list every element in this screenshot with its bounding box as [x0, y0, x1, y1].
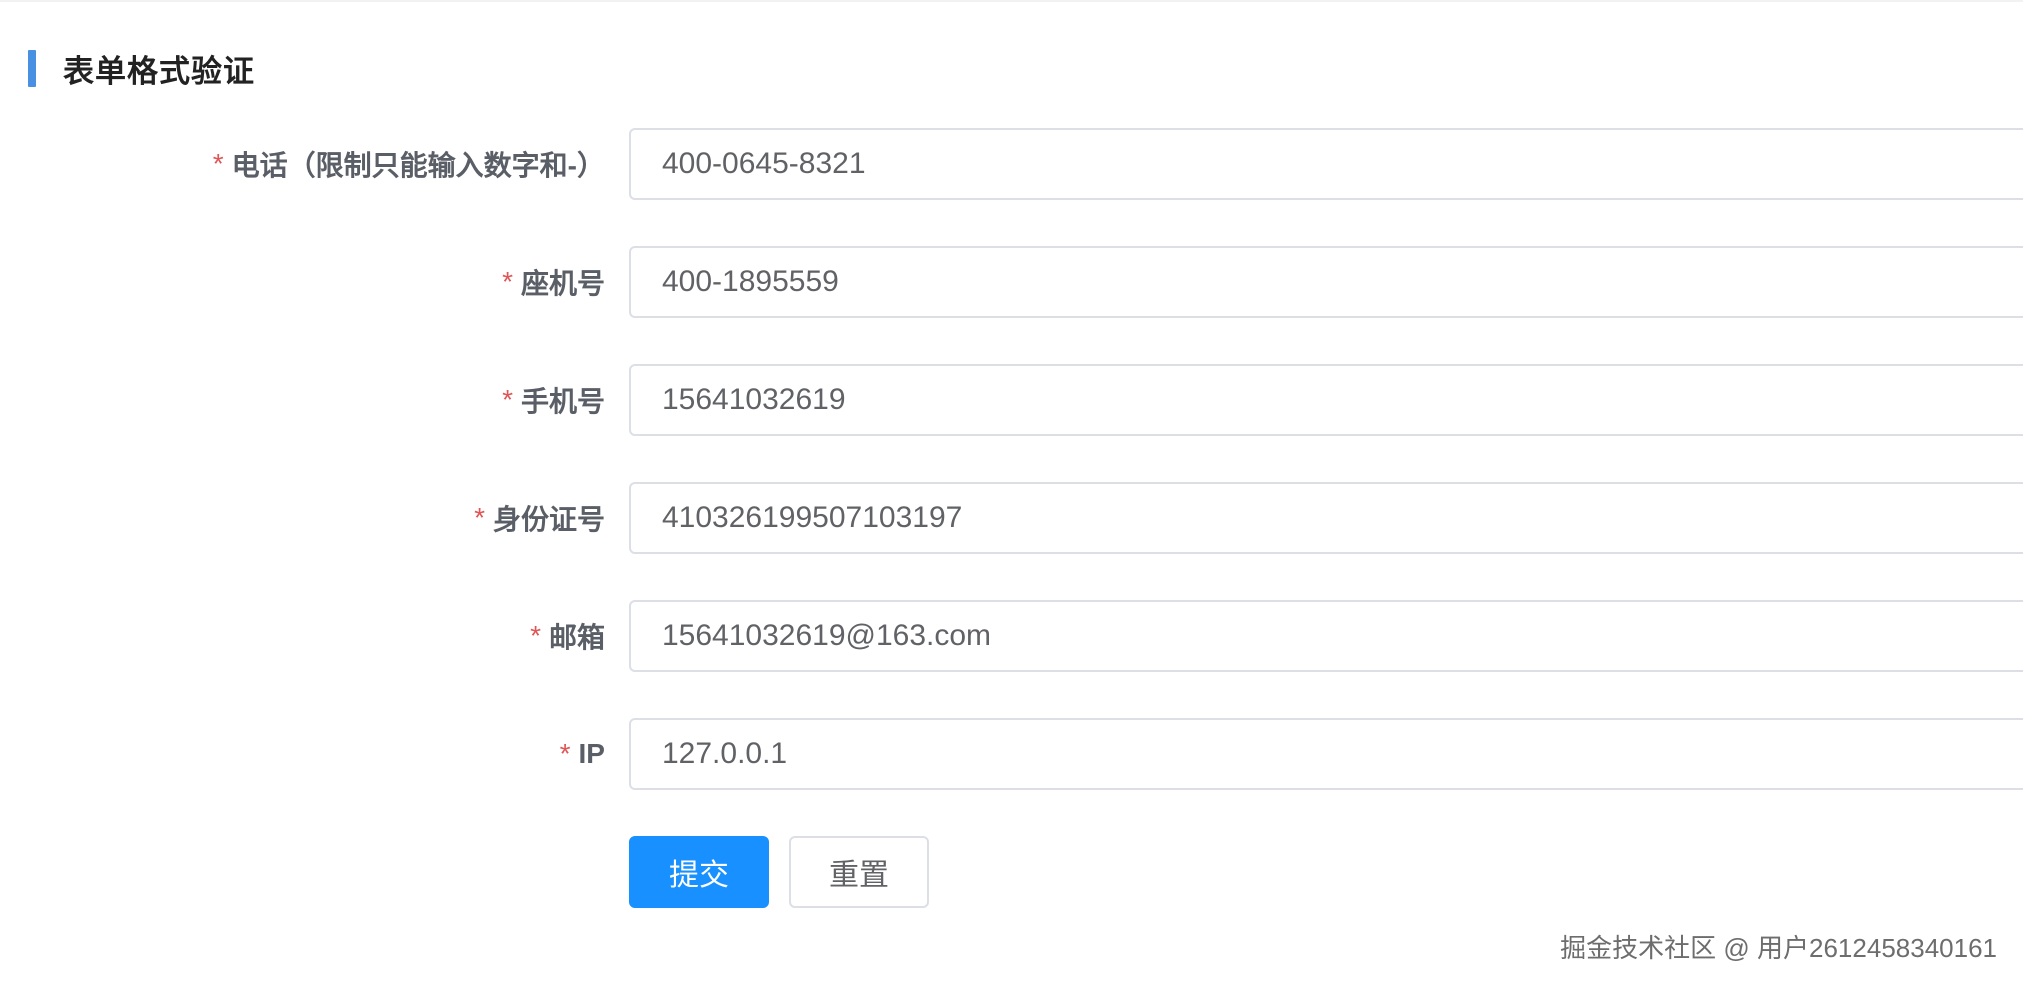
landline-input[interactable] [629, 246, 2023, 318]
reset-button[interactable]: 重置 [789, 836, 929, 908]
id-card-label-text: 身份证号 [492, 504, 605, 535]
form-row-id-card: * 身份证号 [0, 482, 2023, 554]
top-divider [0, 0, 2023, 2]
section-title: 表单格式验证 [63, 54, 255, 89]
submit-button[interactable]: 提交 [629, 836, 769, 908]
email-label-text: 邮箱 [548, 622, 605, 653]
landline-label-text: 座机号 [520, 268, 605, 299]
mobile-label: * 手机号 [502, 364, 605, 436]
ip-label: * IP [560, 718, 605, 790]
mobile-input[interactable] [629, 364, 2023, 436]
required-star: * [502, 266, 513, 297]
required-star: * [502, 384, 513, 415]
phone-label: * 电话（限制只能输入数字和-） [213, 128, 605, 200]
form-row-ip: * IP [0, 718, 2023, 790]
phone-label-text: 电话（限制只能输入数字和-） [231, 150, 605, 181]
required-star: * [559, 738, 571, 769]
required-star: * [530, 620, 541, 651]
ip-label-text: IP [578, 738, 605, 769]
required-star: * [474, 502, 485, 533]
section-header: 表单格式验证 [28, 50, 255, 89]
id-card-label: * 身份证号 [474, 482, 605, 554]
ip-input[interactable] [629, 718, 2023, 790]
phone-input[interactable] [629, 128, 2023, 200]
email-label: * 邮箱 [530, 600, 605, 672]
form-row-landline: * 座机号 [0, 246, 2023, 318]
required-star: * [212, 148, 224, 179]
id-card-input[interactable] [629, 482, 2023, 554]
form-row-email: * 邮箱 [0, 600, 2023, 672]
mobile-label-text: 手机号 [520, 386, 605, 417]
landline-label: * 座机号 [502, 246, 605, 318]
form-row-mobile: * 手机号 [0, 364, 2023, 436]
section-accent-bar [28, 50, 36, 87]
form-validation-page: 表单格式验证 * 电话（限制只能输入数字和-） * 座机号 * 手机号 * 身份… [0, 0, 2023, 987]
form-row-phone: * 电话（限制只能输入数字和-） [0, 128, 2023, 200]
email-input[interactable] [629, 600, 2023, 672]
watermark: 掘金技术社区 @ 用户2612458340161 [1560, 933, 1997, 963]
